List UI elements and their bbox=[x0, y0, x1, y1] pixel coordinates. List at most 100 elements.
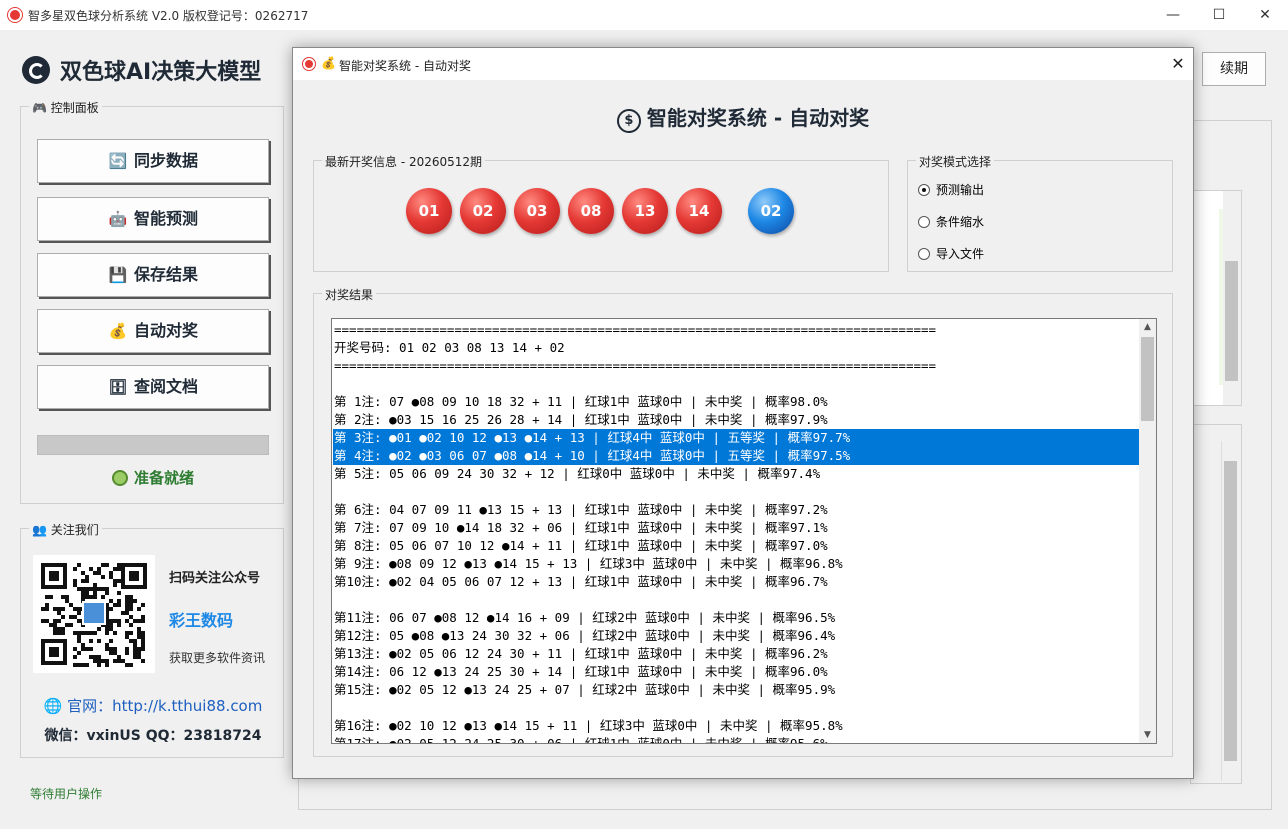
dialog-close-button[interactable]: ✕ bbox=[1163, 48, 1193, 80]
qr-module bbox=[113, 631, 117, 635]
qr-module bbox=[105, 631, 109, 635]
result-line: 第 6注: 04 07 09 11 ●13 15 + 13 | 红球1中 蓝球0… bbox=[334, 502, 828, 517]
result-line: ========================================… bbox=[334, 358, 937, 373]
qr-module bbox=[141, 647, 145, 651]
brand-logo-icon bbox=[22, 56, 50, 84]
red-ball: 14 bbox=[676, 188, 722, 234]
ready-status: 准备就绪 bbox=[21, 467, 285, 488]
result-line: 第11注: 06 07 ●08 12 ●14 16 + 09 | 红球2中 蓝球… bbox=[334, 610, 836, 625]
qr-module bbox=[61, 615, 65, 619]
qr-module bbox=[137, 607, 141, 611]
renew-button[interactable]: 续期 bbox=[1202, 52, 1266, 86]
gamepad-icon: 🎮 bbox=[32, 101, 47, 115]
view-docs-button[interactable]: 🗄 查阅文档 bbox=[37, 365, 269, 409]
results-textbox[interactable]: ========================================… bbox=[331, 318, 1157, 744]
scroll-up-icon[interactable]: ▲ bbox=[1139, 319, 1156, 335]
result-line bbox=[333, 591, 1139, 609]
qr-module bbox=[129, 663, 133, 667]
list-scrollbar[interactable] bbox=[1221, 441, 1239, 781]
result-line: 开奖号码: 01 02 03 08 13 14 + 02 bbox=[334, 340, 565, 355]
qr-module bbox=[77, 563, 81, 567]
document-icon: 🗄 bbox=[108, 378, 128, 396]
result-line bbox=[333, 483, 1139, 501]
red-ball: 13 bbox=[622, 188, 668, 234]
money-bag-icon: 💰 bbox=[321, 56, 336, 70]
right-list-panel bbox=[1190, 424, 1242, 784]
qr-module bbox=[109, 607, 113, 611]
maximize-button[interactable]: ☐ bbox=[1196, 0, 1242, 30]
latest-draw-legend: 最新开奖信息 - 20260512期 bbox=[322, 153, 486, 170]
preview-scroll-thumb[interactable] bbox=[1225, 261, 1238, 381]
dialog-app-icon bbox=[303, 58, 315, 70]
globe-icon: 🌐 bbox=[43, 697, 63, 715]
qr-finder-core bbox=[49, 647, 59, 657]
result-line: 第 9注: ●08 09 12 ●13 ●14 15 + 13 | 红球3中 蓝… bbox=[334, 556, 843, 571]
qr-module bbox=[129, 607, 133, 611]
red-ball: 03 bbox=[514, 188, 560, 234]
people-icon: 👥 bbox=[32, 523, 47, 537]
qr-module bbox=[93, 595, 97, 599]
result-line: 第15注: ●02 05 12 ●13 24 25 + 07 | 红球2中 蓝球… bbox=[334, 682, 836, 697]
save-icon: 💾 bbox=[108, 266, 128, 284]
scroll-thumb[interactable] bbox=[1141, 337, 1154, 421]
brand-name: 双色球AI决策大模型 bbox=[60, 60, 262, 85]
dialog-header: $ 智能对奖系统 - 自动对奖 bbox=[293, 102, 1193, 133]
qr-module bbox=[101, 595, 105, 599]
qr-module bbox=[117, 579, 121, 583]
follow-us-panel: 👥 关注我们 扫码关注公众号 彩王数码 获取更多软件资讯 🌐 官网：http:/… bbox=[20, 521, 285, 758]
red-ball: 02 bbox=[460, 188, 506, 234]
qr-module bbox=[97, 627, 101, 631]
qr-module bbox=[73, 567, 77, 571]
main-title-bar: 智多星双色球分析系统 V2.0 版权登记号：0262717 — ☐ ✕ bbox=[0, 0, 1288, 30]
mode-import-radio[interactable]: 导入文件 bbox=[918, 245, 984, 263]
qr-module bbox=[77, 651, 81, 655]
qr-module bbox=[45, 607, 49, 611]
qr-module bbox=[125, 651, 129, 655]
qr-module bbox=[49, 595, 53, 599]
follow-line-2: 彩王数码 bbox=[169, 611, 234, 630]
sync-data-button[interactable]: 🔄 同步数据 bbox=[37, 139, 269, 183]
qr-finder-core bbox=[129, 571, 139, 581]
qr-module bbox=[105, 563, 109, 567]
minimize-button[interactable]: — bbox=[1150, 0, 1196, 30]
window-title: 智多星双色球分析系统 V2.0 版权登记号：0262717 bbox=[28, 9, 309, 23]
qr-module bbox=[57, 619, 61, 623]
auto-check-button[interactable]: 💰 自动对奖 bbox=[37, 309, 269, 353]
preview-scrollbar[interactable] bbox=[1223, 191, 1241, 405]
money-bag-icon: 💰 bbox=[108, 322, 128, 340]
qr-module bbox=[117, 603, 121, 607]
result-line: 第13注: ●02 05 06 12 24 30 + 11 | 红球1中 蓝球0… bbox=[334, 646, 828, 661]
close-button[interactable]: ✕ bbox=[1242, 0, 1288, 30]
result-line: 第 7注: 07 09 10 ●14 18 32 + 06 | 红球1中 蓝球0… bbox=[334, 520, 828, 535]
qr-module bbox=[61, 607, 65, 611]
qr-module bbox=[141, 659, 145, 663]
qr-module bbox=[77, 611, 81, 615]
qr-module bbox=[117, 567, 121, 571]
sync-icon: 🔄 bbox=[108, 152, 128, 170]
follow-line-1: 扫码关注公众号 bbox=[169, 571, 261, 586]
qr-module bbox=[89, 639, 93, 643]
dialog-title: 智能对奖系统 - 自动对奖 bbox=[339, 59, 471, 73]
smart-predict-button[interactable]: 🤖 智能预测 bbox=[37, 197, 269, 241]
scroll-down-icon[interactable]: ▼ bbox=[1139, 727, 1156, 743]
mode-filter-radio[interactable]: 条件缩水 bbox=[918, 213, 984, 231]
qr-module bbox=[133, 599, 137, 603]
save-result-button[interactable]: 💾 保存结果 bbox=[37, 253, 269, 297]
radio-button[interactable] bbox=[918, 184, 930, 196]
results-scrollbar[interactable]: ▲ ▼ bbox=[1139, 319, 1156, 743]
qr-code bbox=[33, 555, 155, 673]
qr-module bbox=[73, 655, 77, 659]
qr-module bbox=[61, 631, 65, 635]
qr-module bbox=[113, 583, 117, 587]
mode-predict-radio[interactable]: 预测输出 bbox=[918, 181, 984, 199]
radio-button[interactable] bbox=[918, 248, 930, 260]
right-preview-panel bbox=[1190, 190, 1242, 406]
website-link[interactable]: 🌐 官网：http://k.tthui88.com bbox=[21, 695, 285, 716]
result-line: 第16注: ●02 10 12 ●13 ●14 15 + 11 | 红球3中 蓝… bbox=[334, 718, 843, 733]
result-line: 第17注: ●02 05 12 24 25 30 + 06 | 红球1中 蓝球0… bbox=[334, 736, 828, 744]
radio-button[interactable] bbox=[918, 216, 930, 228]
result-line: 第 3注: ●01 ●02 10 12 ●13 ●14 + 13 | 红球4中 … bbox=[333, 429, 1139, 447]
result-line bbox=[333, 375, 1139, 393]
qr-module bbox=[89, 647, 93, 651]
list-scroll-thumb[interactable] bbox=[1224, 461, 1237, 761]
